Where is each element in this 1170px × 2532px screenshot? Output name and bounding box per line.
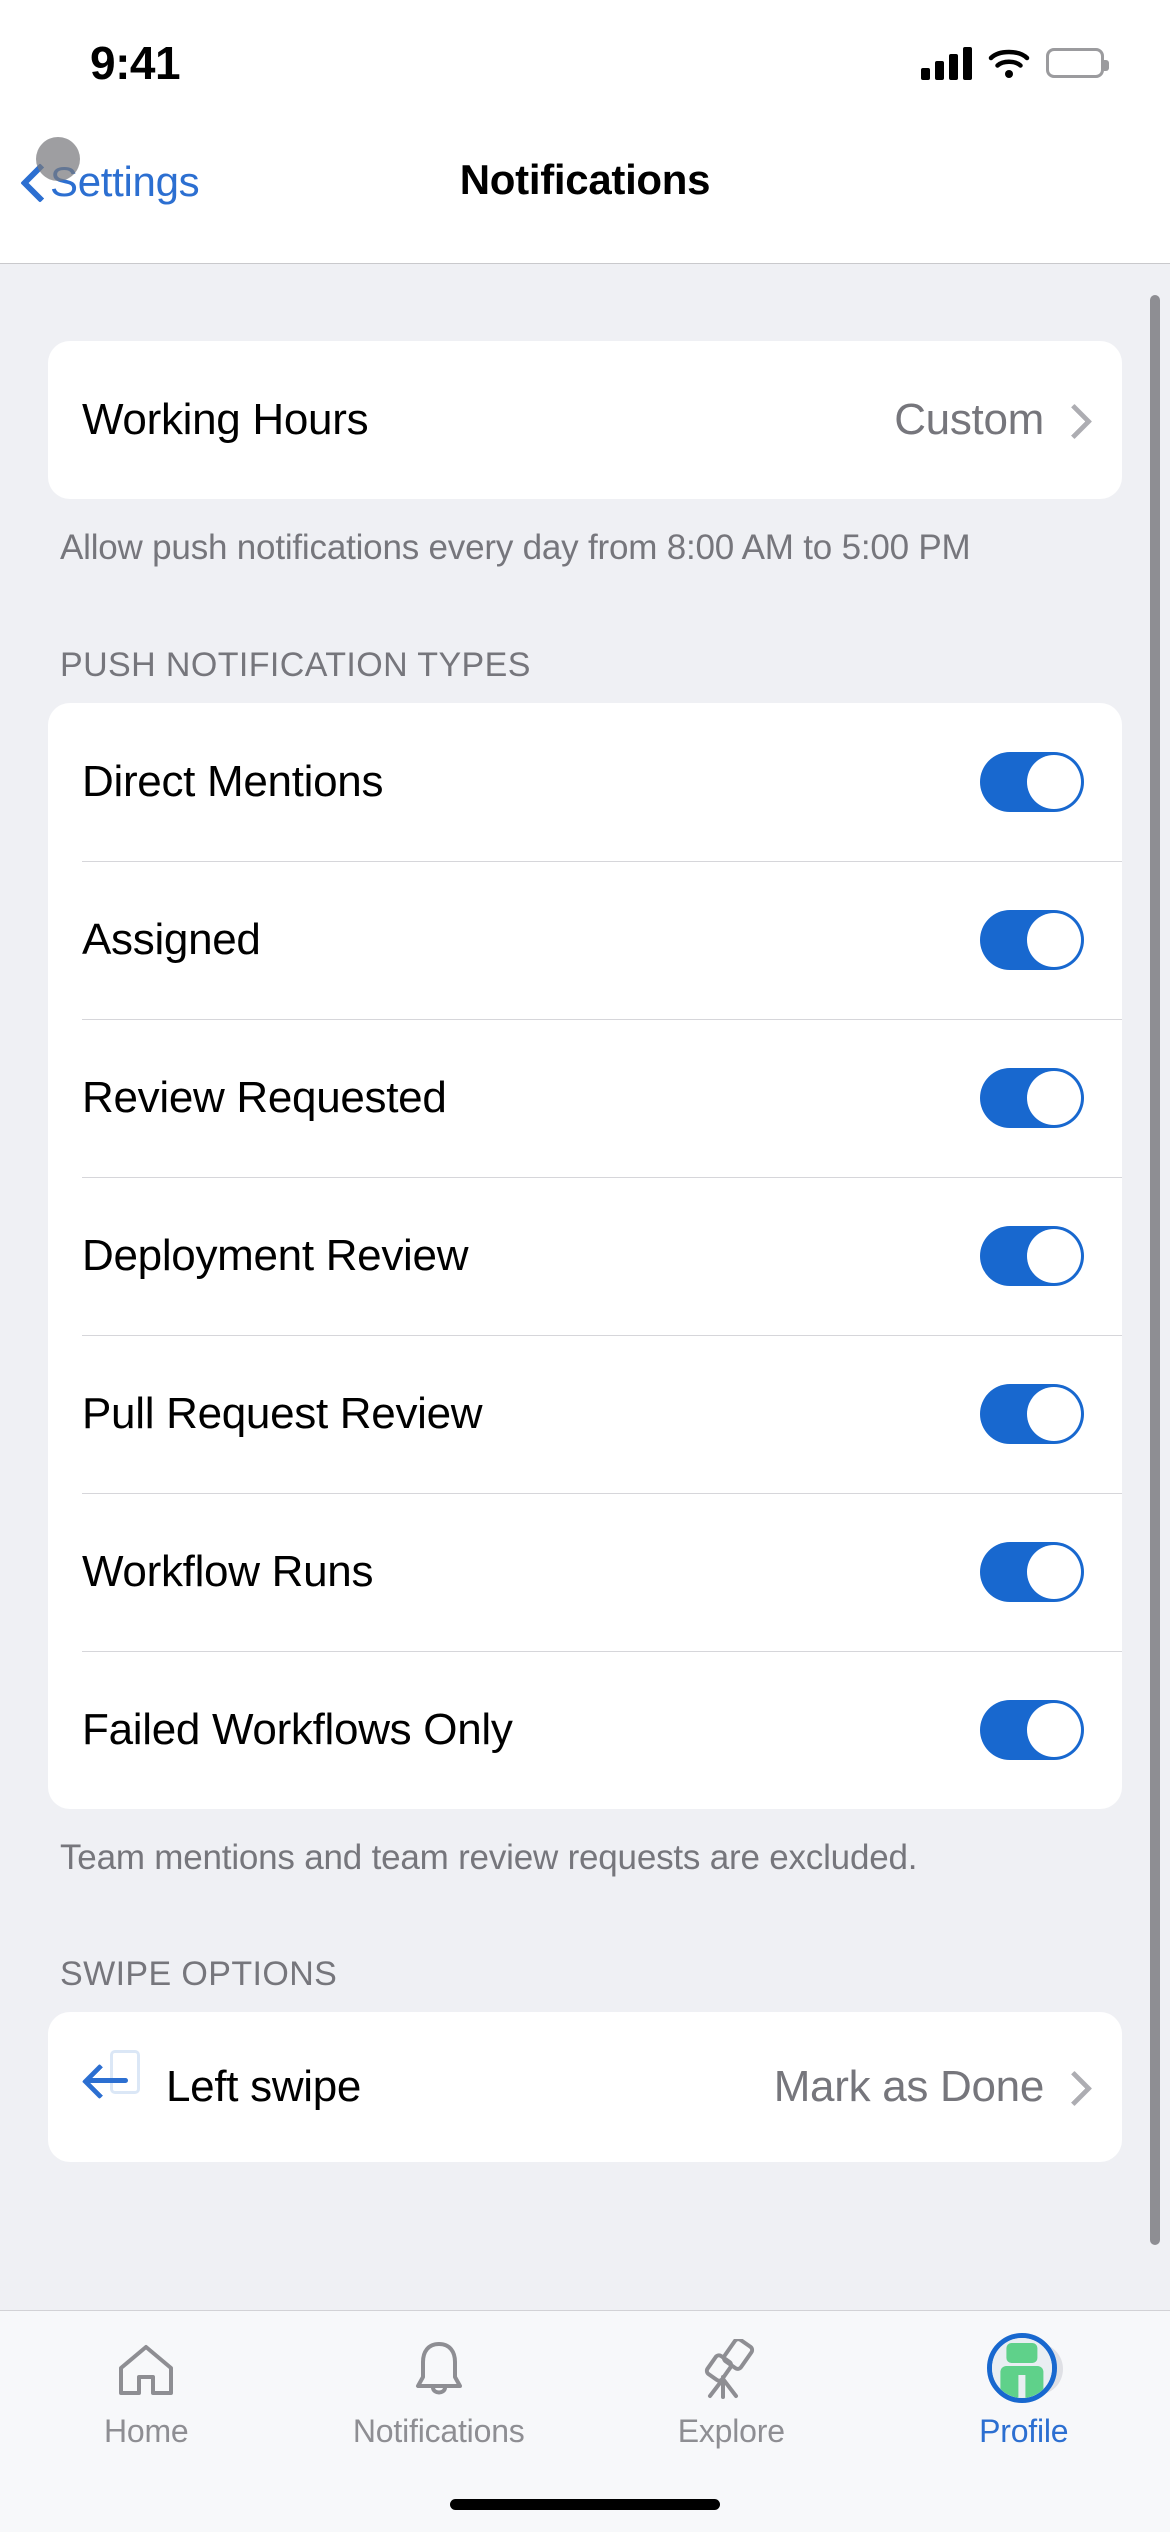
tab-explore-label: Explore xyxy=(677,2413,785,2449)
list-item-label: Assigned xyxy=(82,914,261,964)
vertical-scrollbar[interactable] xyxy=(1150,295,1160,2245)
list-item-label: Review Requested xyxy=(82,1072,447,1122)
swipe-options-card: Left swipe Mark as Done xyxy=(48,2012,1122,2163)
push-types-section-header: PUSH NOTIFICATION TYPES xyxy=(60,645,531,684)
list-item-label: Workflow Runs xyxy=(82,1546,374,1596)
battery-full-icon xyxy=(1046,48,1109,78)
toggle-review-requested[interactable] xyxy=(980,1067,1084,1128)
chevron-right-icon xyxy=(1062,401,1084,439)
tab-notifications[interactable]: Notifications xyxy=(293,2311,586,2450)
home-indicator xyxy=(450,2499,720,2510)
tab-profile-label: Profile xyxy=(979,2413,1069,2449)
page-title: Notifications xyxy=(459,156,711,203)
push-types-footnote: Team mentions and team review requests a… xyxy=(60,1837,918,1877)
status-bar: 9:41 xyxy=(0,0,1170,100)
list-item-label: Direct Mentions xyxy=(82,756,384,806)
toggle-failed-workflows-only[interactable] xyxy=(980,1699,1084,1760)
tab-profile[interactable]: Profile xyxy=(878,2311,1170,2450)
phone-screen: 9:41 Settings Notifications Working Hour… xyxy=(0,0,1170,2532)
tab-home[interactable]: Home xyxy=(0,2311,293,2450)
push-types-card: Direct Mentions Assigned Review Requeste… xyxy=(48,702,1122,1809)
working-hours-value: Custom xyxy=(894,395,1044,444)
cellular-bars-icon xyxy=(921,46,972,80)
table-row[interactable]: Workflow Runs xyxy=(48,1492,1122,1651)
avatar xyxy=(986,2333,1057,2403)
left-swipe-label: Left swipe xyxy=(166,2062,362,2112)
toggle-workflow-runs[interactable] xyxy=(980,1541,1084,1602)
arrow-left-swipe-icon xyxy=(82,2050,140,2116)
wifi-icon xyxy=(988,47,1030,79)
table-row[interactable]: Assigned xyxy=(48,860,1122,1019)
swipe-options-section-header: SWIPE OPTIONS xyxy=(60,1955,338,1994)
working-hours-label: Working Hours xyxy=(82,395,369,444)
toggle-assigned[interactable] xyxy=(980,909,1084,970)
table-row[interactable]: Failed Workflows Only xyxy=(48,1650,1122,1809)
toggle-deployment-review[interactable] xyxy=(980,1225,1084,1286)
tab-notifications-label: Notifications xyxy=(352,2413,525,2449)
navigation-bar: Settings Notifications xyxy=(0,100,1170,264)
working-hours-row[interactable]: Working Hours Custom xyxy=(48,341,1122,499)
settings-scroll-view[interactable]: Working Hours Custom Allow push notifica… xyxy=(0,265,1170,2532)
table-row[interactable]: Review Requested xyxy=(48,1018,1122,1177)
home-icon xyxy=(115,2333,177,2407)
status-bar-indicators xyxy=(921,46,1109,80)
table-row[interactable]: Deployment Review xyxy=(48,1176,1122,1335)
left-swipe-row[interactable]: Left swipe Mark as Done xyxy=(48,2012,1122,2162)
tab-explore[interactable]: Explore xyxy=(585,2311,878,2450)
toggle-direct-mentions[interactable] xyxy=(980,751,1084,812)
bell-icon xyxy=(410,2333,468,2407)
list-item-label: Failed Workflows Only xyxy=(82,1704,513,1754)
table-row[interactable]: Pull Request Review xyxy=(48,1334,1122,1493)
chevron-right-icon xyxy=(1062,2068,1084,2106)
list-item-label: Deployment Review xyxy=(82,1230,469,1280)
status-bar-time: 9:41 xyxy=(90,37,181,89)
table-row[interactable]: Direct Mentions xyxy=(48,703,1122,861)
tab-home-label: Home xyxy=(103,2413,189,2449)
list-item-label: Pull Request Review xyxy=(82,1388,483,1438)
left-swipe-value: Mark as Done xyxy=(773,2062,1045,2112)
avatar-icon xyxy=(986,2333,1063,2407)
working-hours-card: Working Hours Custom xyxy=(48,341,1122,499)
toggle-pull-request-review[interactable] xyxy=(980,1383,1084,1444)
working-hours-footnote: Allow push notifications every day from … xyxy=(60,528,971,567)
telescope-icon xyxy=(698,2333,764,2407)
